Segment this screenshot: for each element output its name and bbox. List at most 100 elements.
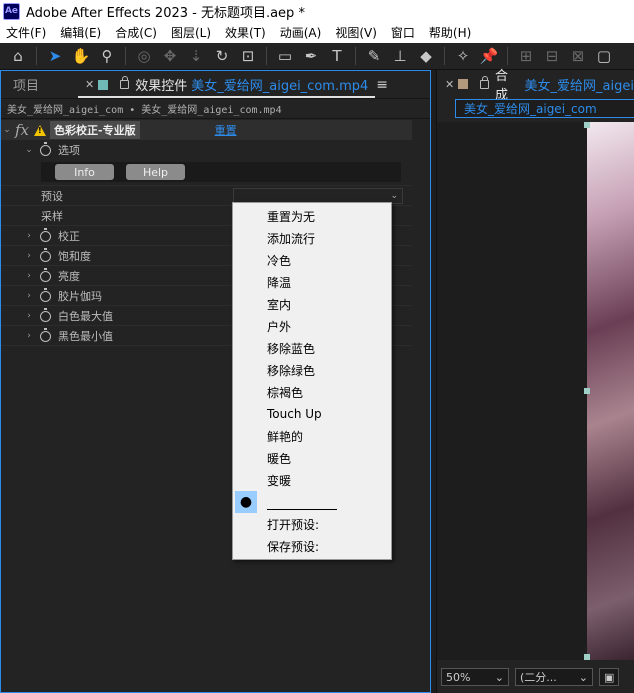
dropdown-item[interactable]: 室内: [267, 293, 291, 315]
zoom-select[interactable]: 50% ⌄: [441, 668, 509, 686]
pan-behind-icon[interactable]: ✥: [160, 46, 180, 66]
property-label: 亮度: [58, 270, 80, 283]
options-button-row: Info Help: [41, 162, 401, 182]
hand-tool-icon[interactable]: ✋: [71, 46, 91, 66]
stopwatch-icon[interactable]: [40, 247, 51, 262]
chevron-down-icon[interactable]: ⌄: [1, 125, 13, 135]
stopwatch-icon[interactable]: [40, 307, 51, 322]
preset-dropdown-menu: 重置为无 添加流行 冷色 降温 室内 户外 移除蓝色 移除绿色 棕褐色 Touc…: [232, 202, 392, 560]
menu-view[interactable]: 视图(V): [335, 24, 377, 41]
options-row[interactable]: ⌄ 选项: [1, 140, 412, 160]
chevron-right-icon[interactable]: ›: [23, 231, 35, 241]
menu-animation[interactable]: 动画(A): [280, 24, 322, 41]
stopwatch-icon[interactable]: [40, 141, 51, 156]
dropdown-item[interactable]: 降温: [267, 271, 291, 293]
menu-layer[interactable]: 图层(L): [171, 24, 211, 41]
view-axis-icon[interactable]: ⊠: [568, 46, 588, 66]
stopwatch-icon[interactable]: [40, 267, 51, 282]
menu-help[interactable]: 帮助(H): [429, 24, 471, 41]
selection-tool-icon[interactable]: ➤: [45, 46, 65, 66]
save-preset-item[interactable]: 保存预设:: [267, 535, 319, 557]
resolution-select[interactable]: (二分... ⌄: [515, 668, 593, 686]
tab-project[interactable]: 项目: [1, 71, 79, 99]
rotate-tool-icon[interactable]: ↻: [212, 46, 232, 66]
toolbar-divider: [355, 47, 356, 65]
lock-icon[interactable]: [120, 76, 130, 89]
tab-effects-prefix: 效果控件: [135, 79, 188, 94]
chevron-right-icon[interactable]: ›: [23, 271, 35, 281]
composition-panel: ✕ 合成 美女_爱给网_aigei 美女_爱给网_aigei_com 50% ⌄…: [436, 69, 634, 693]
dropdown-item[interactable]: 户外: [267, 315, 291, 337]
dropdown-item[interactable]: 冷色: [267, 249, 291, 271]
chevron-right-icon[interactable]: ›: [23, 251, 35, 261]
chevron-right-icon[interactable]: ›: [23, 291, 35, 301]
options-label: 选项: [58, 144, 80, 157]
menu-composition[interactable]: 合成(C): [115, 24, 157, 41]
close-icon[interactable]: ✕: [445, 78, 454, 91]
menu-window[interactable]: 窗口: [391, 24, 415, 41]
preview-image: [587, 122, 634, 660]
axis-mode-icon[interactable]: ⊞: [516, 46, 536, 66]
dropdown-item[interactable]: 移除绿色: [267, 359, 315, 381]
chevron-right-icon[interactable]: ›: [23, 311, 35, 321]
warning-icon: [34, 124, 47, 136]
selected-marker-icon[interactable]: ●: [235, 491, 257, 513]
region-of-interest-icon[interactable]: ▣: [599, 668, 619, 686]
menu-file[interactable]: 文件(F): [6, 24, 46, 41]
label-color-swatch: [98, 79, 109, 90]
roto-brush-icon[interactable]: ✧: [453, 46, 473, 66]
home-icon[interactable]: ⌂: [8, 46, 28, 66]
brush-tool-icon[interactable]: ✎: [364, 46, 384, 66]
reset-link[interactable]: 重置: [215, 122, 237, 138]
open-preset-item[interactable]: 打开预设:: [267, 513, 319, 535]
dropdown-item[interactable]: 暖色: [267, 447, 291, 469]
info-button[interactable]: Info: [55, 164, 114, 180]
composition-viewer[interactable]: [437, 122, 634, 660]
menu-edit[interactable]: 编辑(E): [60, 24, 101, 41]
puppet-pin-icon[interactable]: 📌: [479, 46, 499, 66]
transform-handle[interactable]: [584, 654, 590, 660]
dropdown-item[interactable]: 重置为无: [267, 205, 315, 227]
chevron-down-icon[interactable]: ⌄: [23, 145, 35, 155]
zoom-tool-icon[interactable]: ⚲: [97, 46, 117, 66]
stopwatch-icon[interactable]: [40, 327, 51, 342]
dropdown-item[interactable]: 添加流行: [267, 227, 315, 249]
help-button[interactable]: Help: [126, 164, 185, 180]
dropdown-item[interactable]: Touch Up: [267, 403, 322, 425]
track-z-icon[interactable]: ⇣: [186, 46, 206, 66]
dropdown-item[interactable]: 鲜艳的: [267, 425, 303, 447]
toolbar-divider: [125, 47, 126, 65]
stopwatch-icon[interactable]: [40, 287, 51, 302]
anchor-point-icon[interactable]: ⊡: [238, 46, 258, 66]
close-icon[interactable]: ✕: [85, 78, 94, 91]
tab-comp-name[interactable]: 美女_爱给网_aigei: [525, 75, 634, 94]
composition-name-tab[interactable]: 美女_爱给网_aigei_com: [455, 99, 634, 118]
transform-handle[interactable]: [584, 388, 590, 394]
lock-icon[interactable]: [480, 75, 489, 89]
snapping-icon[interactable]: ▢: [594, 46, 614, 66]
clone-stamp-icon[interactable]: ⊥: [390, 46, 410, 66]
toolbar-divider: [507, 47, 508, 65]
fx-icon[interactable]: fx: [15, 121, 29, 139]
effect-header-row[interactable]: ⌄ fx 色彩校正-专业版 重置: [1, 120, 412, 140]
left-panel-tabs: 项目 ✕ 效果控件 美女_爱给网_aigei_com.mp4 ≡: [1, 71, 430, 99]
pen-tool-icon[interactable]: ✒: [301, 46, 321, 66]
camera-orbit-icon[interactable]: ◎: [134, 46, 154, 66]
chevron-right-icon[interactable]: ›: [23, 331, 35, 341]
property-label: 校正: [58, 230, 80, 243]
panel-menu-icon[interactable]: ≡: [376, 77, 388, 93]
world-axis-icon[interactable]: ⊟: [542, 46, 562, 66]
dropdown-item[interactable]: 变暖: [267, 469, 291, 491]
transform-handle[interactable]: [584, 122, 590, 128]
dropdown-separator-item[interactable]: [267, 509, 337, 510]
menu-effect[interactable]: 效果(T): [225, 24, 266, 41]
dropdown-item[interactable]: 移除蓝色: [267, 337, 315, 359]
type-tool-icon[interactable]: T: [327, 46, 347, 66]
zoom-value: 50%: [446, 670, 471, 684]
toolbar-divider: [266, 47, 267, 65]
tab-effect-controls[interactable]: ✕ 效果控件 美女_爱给网_aigei_com.mp4 ≡: [78, 71, 394, 99]
eraser-icon[interactable]: ◆: [416, 46, 436, 66]
stopwatch-icon[interactable]: [40, 227, 51, 242]
rectangle-tool-icon[interactable]: ▭: [275, 46, 295, 66]
dropdown-item[interactable]: 棕褐色: [267, 381, 303, 403]
